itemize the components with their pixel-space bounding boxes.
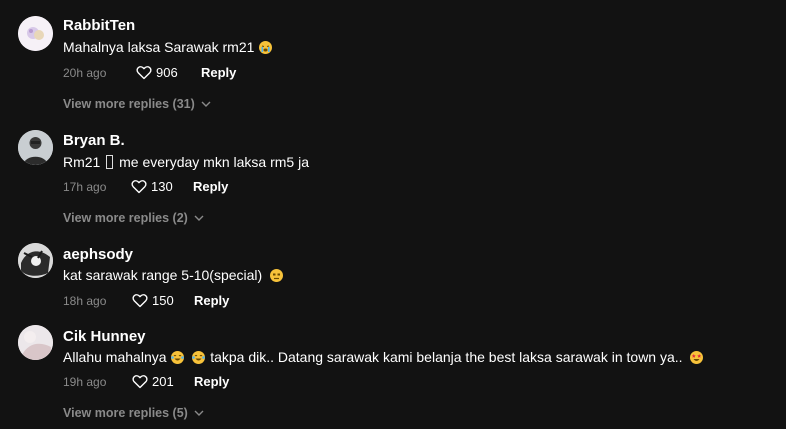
comment-text-start: Allahu mahalnya [63,349,167,365]
like-button[interactable]: 130 [131,179,173,194]
timestamp: 18h ago [63,294,107,308]
heart-icon [132,375,148,389]
reply-button[interactable]: Reply [194,293,229,308]
view-more-replies[interactable]: View more replies (31) [63,97,211,111]
view-more-label: View more replies (31) [63,97,195,111]
view-more-label: View more replies (5) [63,406,188,420]
username[interactable]: RabbitTen [63,17,135,34]
tears-of-joy-icon [171,351,185,364]
like-button[interactable]: 906 [136,65,178,80]
username[interactable]: Cik Hunney [63,328,146,345]
reply-button[interactable]: Reply [194,374,229,389]
reply-button[interactable]: Reply [193,179,228,194]
comment-text-content: kat sarawak range 5-10(special) [63,267,263,283]
timestamp: 19h ago [63,375,107,389]
username[interactable]: Bryan B. [63,132,125,149]
star-struck-icon [690,351,704,364]
like-count: 130 [151,179,173,194]
avatar[interactable] [18,325,53,360]
crying-face-icon [259,41,273,54]
timestamp: 17h ago [63,180,107,194]
comment-text: kat sarawak range 5-10(special) [63,267,284,283]
comment-text: Mahalnya laksa Sarawak rm21 [63,39,273,55]
heart-icon [136,66,152,80]
tears-of-joy-icon [192,351,206,364]
unamused-face-icon [270,269,284,282]
avatar[interactable] [18,130,53,165]
comment-text: Allahu mahalnya takpa dik.. Datang saraw… [63,349,704,365]
like-count: 201 [152,374,174,389]
view-more-replies[interactable]: View more replies (2) [63,211,204,225]
chevron-down-icon [194,410,204,416]
avatar[interactable] [18,16,53,51]
chevron-down-icon [201,101,211,107]
heart-icon [131,180,147,194]
like-button[interactable]: 150 [132,293,174,308]
missing-glyph-icon [106,155,114,169]
comment-thread: RabbitTen Mahalnya laksa Sarawak rm21 20… [0,0,786,429]
like-button[interactable]: 201 [132,374,174,389]
comment-text-content: Mahalnya laksa Sarawak rm21 [63,39,255,55]
chevron-down-icon [194,215,204,221]
username[interactable]: aephsody [63,246,133,263]
comment-text-start: Rm21 [63,154,101,170]
comment-text-end: takpa dik.. Datang sarawak kami belanja … [210,349,683,365]
like-count: 150 [152,293,174,308]
comment-text-end: me everyday mkn laksa rm5 ja [119,154,309,170]
view-more-replies[interactable]: View more replies (5) [63,406,204,420]
view-more-label: View more replies (2) [63,211,188,225]
timestamp: 20h ago [63,66,107,80]
reply-button[interactable]: Reply [201,65,236,80]
comment-text: Rm21 me everyday mkn laksa rm5 ja [63,154,309,170]
avatar[interactable] [18,243,53,278]
heart-icon [132,294,148,308]
like-count: 906 [156,65,178,80]
